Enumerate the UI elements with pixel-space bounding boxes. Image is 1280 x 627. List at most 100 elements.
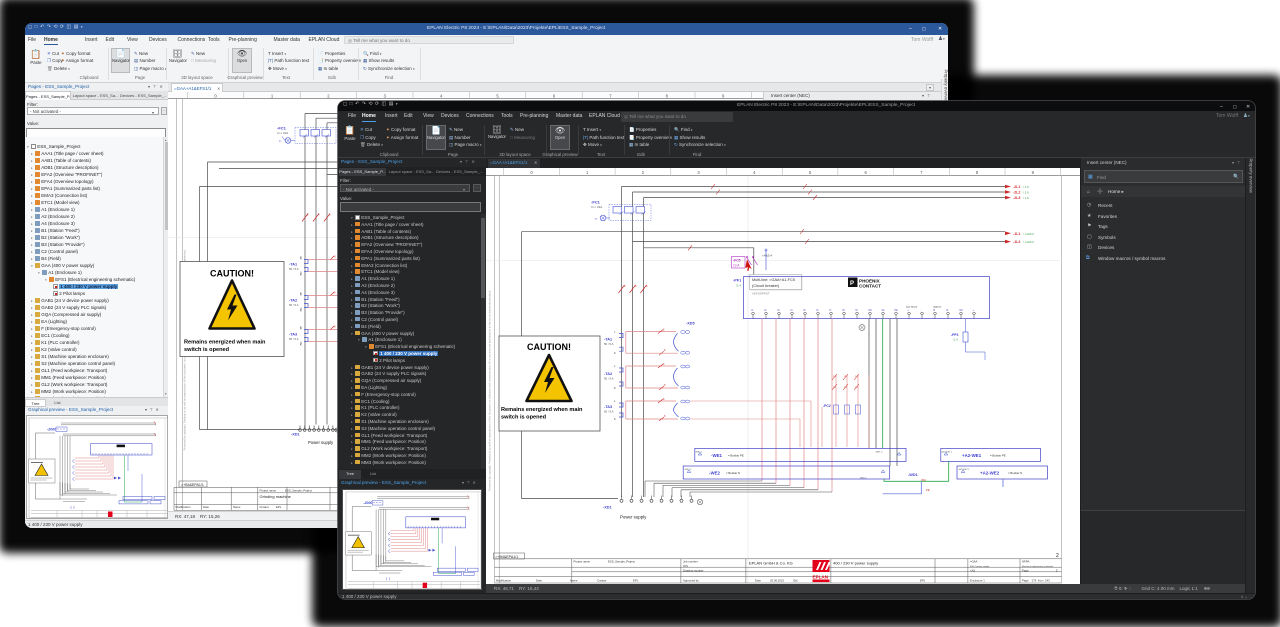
svg-text:8: 8	[664, 415, 666, 418]
svg-text:(Circuit breaker): (Circuit breaker)	[752, 284, 780, 288]
svg-text:Job number: Job number	[683, 559, 698, 563]
svg-text:-: -	[921, 309, 922, 312]
svg-text:-TA3: -TA3	[604, 405, 612, 409]
svg-text:= Busbar N: = Busbar N	[726, 471, 740, 475]
svg-text:8: 8	[666, 93, 669, 98]
svg-text:/ 1.6: / 1.6	[1023, 191, 1029, 195]
svg-text:EPLAN GmbH & Co. KG: EPLAN GmbH & Co. KG	[749, 561, 793, 566]
svg-text:8: 8	[663, 329, 665, 332]
svg-text:switch is opened: switch is opened	[501, 415, 547, 421]
svg-text:6: 6	[329, 213, 331, 217]
svg-text:1: 1	[271, 93, 274, 98]
svg-text:4: 4	[318, 213, 320, 217]
svg-text:=+B4&EPA1/1: =+B4&EPA1/1	[181, 483, 204, 487]
svg-text:I5: I5	[804, 309, 807, 312]
svg-text:1: 1	[1056, 568, 1058, 572]
svg-text:-TA2: -TA2	[604, 372, 612, 376]
svg-text:Modification: Modification	[176, 505, 191, 509]
svg-text:+A2: +A2	[970, 568, 975, 572]
svg-text:I2: I2	[765, 309, 768, 312]
svg-text:L: L	[614, 330, 616, 334]
svg-text:-1L2: -1L2	[1013, 240, 1020, 244]
svg-text:WE2.2: WE2.2	[860, 478, 867, 480]
svg-text:8: 8	[664, 349, 666, 352]
svg-text:Drawing number: Drawing number	[683, 569, 704, 573]
svg-text:Page: Page	[1022, 568, 1029, 572]
svg-text:OUTPUT: OUTPUT	[906, 305, 918, 309]
svg-text:4: 4	[753, 170, 756, 175]
svg-text:Page 176 from 243: Page 176 from 243	[1022, 579, 1050, 583]
svg-text:L: L	[614, 364, 616, 368]
svg-text:-1L1: -1L1	[1013, 232, 1020, 236]
svg-text:8: 8	[334, 325, 336, 329]
svg-text:I3: I3	[778, 309, 781, 312]
svg-text:PE: PE	[895, 309, 899, 312]
svg-text:Electrical engineering schemat: Electrical engineering schematic	[1022, 565, 1054, 568]
svg-text:50 / 5 A: 50 / 5 A	[289, 267, 299, 271]
svg-text:NFPA:: NFPA:	[1022, 559, 1030, 563]
svg-text:Date: Date	[536, 579, 542, 583]
svg-text:3: 3	[697, 170, 700, 175]
svg-text:-2000: -2000	[363, 501, 372, 505]
svg-text:Remains energized when main: Remains energized when main	[184, 340, 266, 346]
svg-text:7: 7	[920, 170, 923, 175]
svg-text:L: L	[614, 399, 616, 403]
svg-text:-WE1: -WE1	[711, 453, 723, 458]
svg-text:6: 6	[646, 284, 648, 288]
svg-text:20A: 20A	[921, 478, 926, 482]
svg-text:NC: NC	[960, 309, 964, 312]
svg-text:ADF.DEPROT: ADF.DEPROT	[752, 292, 770, 296]
svg-text:8: 8	[663, 398, 665, 401]
svg-text:-XD1: -XD1	[603, 506, 612, 510]
svg-text:/ +A&5.0: / +A&5.0	[1023, 240, 1034, 244]
svg-text:T-: T-	[595, 217, 598, 221]
svg-text:8: 8	[334, 291, 336, 295]
svg-text:50 / 5 A: 50 / 5 A	[289, 337, 299, 341]
svg-text:13 A: 13 A	[733, 264, 740, 268]
svg-text:50 / 5 A: 50 / 5 A	[289, 303, 299, 307]
svg-text:= Busbar PE: = Busbar PE	[990, 454, 1006, 458]
svg-text:-PP1: -PP1	[951, 333, 959, 337]
svg-text:8: 8	[976, 170, 979, 175]
svg-text:2: 2	[624, 284, 626, 288]
svg-text:Date: Date	[755, 579, 761, 583]
svg-text:1: 1	[586, 170, 589, 175]
svg-text:Protected by copyright. Passin: Protected by copyright. Passing on as we…	[488, 290, 492, 491]
svg-text:+: +	[973, 309, 975, 312]
svg-text:3: 3	[384, 93, 387, 98]
svg-text:+A2-WE2: +A2-WE2	[980, 471, 1000, 476]
svg-text:I4: I4	[791, 309, 794, 312]
svg-text:5: 5	[496, 93, 499, 98]
svg-text:Grinding machine: Grinding machine	[260, 494, 292, 499]
svg-text:6: 6	[553, 93, 556, 98]
svg-text:50 / 5 A: 50 / 5 A	[604, 377, 614, 381]
svg-text:R: R	[947, 309, 949, 312]
svg-text:CAUTION!: CAUTION!	[210, 269, 254, 279]
svg-text:/ 1.6: / 1.6	[1023, 185, 1029, 189]
svg-text:Enclosure 1: Enclosure 1	[970, 579, 985, 583]
svg-text:4: 4	[440, 93, 443, 98]
svg-text:I7: I7	[830, 309, 833, 312]
svg-text:Creator: Creator	[260, 505, 269, 509]
svg-text:8: 8	[664, 384, 666, 387]
svg-text:-FC5: -FC5	[733, 259, 741, 263]
svg-text:-TA3: -TA3	[289, 333, 297, 337]
svg-text:6: 6	[865, 170, 868, 175]
svg-text:I8: I8	[843, 309, 846, 312]
svg-text:In = 32A: In = 32A	[277, 131, 288, 135]
svg-text:=GAA: =GAA	[970, 559, 978, 563]
svg-text:T-: T-	[279, 140, 282, 144]
svg-text:I1: I1	[752, 309, 755, 312]
svg-text:50 / 5 A: 50 / 5 A	[604, 410, 614, 414]
svg-text:P: P	[850, 281, 854, 287]
svg-text:-FC1: -FC1	[277, 126, 287, 131]
svg-text:CONTACT: CONTACT	[859, 284, 881, 289]
svg-text:/ 1.6: / 1.6	[1023, 196, 1029, 200]
svg-text:switch is opened: switch is opened	[184, 347, 230, 353]
svg-text:ESS_Sample_Project: ESS_Sample_Project	[285, 488, 312, 492]
svg-text:Creator: Creator	[597, 579, 606, 583]
svg-text:2: 2	[327, 93, 330, 98]
svg-text:-WE1.3: -WE1.3	[875, 452, 883, 454]
svg-text:EPL: EPL	[633, 579, 639, 583]
svg-text:2: 2	[642, 170, 645, 175]
